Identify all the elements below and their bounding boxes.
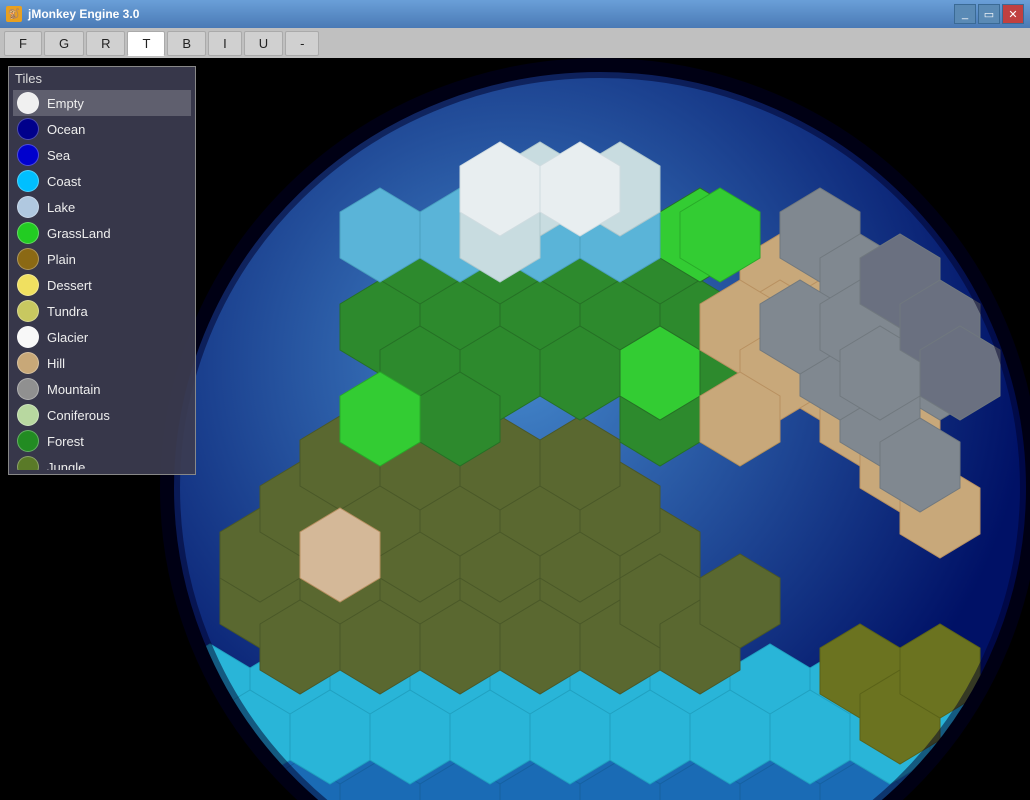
tile-item[interactable]: Dessert [13,272,191,298]
tile-color-swatch [17,196,39,218]
close-button[interactable]: ✕ [1002,4,1024,24]
menu-item--[interactable]: - [285,31,319,56]
titlebar: 🐒 jMonkey Engine 3.0 _ ▭ ✕ [0,0,1030,28]
tile-label: Ocean [47,122,85,137]
tile-color-swatch [17,170,39,192]
tile-label: Coniferous [47,408,110,423]
tile-label: Empty [47,96,84,111]
tile-color-swatch [17,248,39,270]
tile-color-swatch [17,92,39,114]
menu-item-f[interactable]: F [4,31,42,56]
window-controls: _ ▭ ✕ [954,4,1024,24]
tile-color-swatch [17,456,39,470]
tile-color-swatch [17,352,39,374]
tile-label: Coast [47,174,81,189]
tile-item[interactable]: Hill [13,350,191,376]
tile-label: Plain [47,252,76,267]
tile-item[interactable]: Jungle [13,454,191,470]
menubar: FGRTBIU- [0,28,1030,58]
tile-label: Mountain [47,382,100,397]
tile-label: GrassLand [47,226,111,241]
tile-label: Hill [47,356,65,371]
tile-color-swatch [17,404,39,426]
minimize-button[interactable]: _ [954,4,976,24]
main-area: Tiles Empty Ocean Sea Coast Lake GrassLand Pla… [0,58,1030,800]
tile-list[interactable]: Empty Ocean Sea Coast Lake GrassLand Plain Dess… [13,90,191,470]
tile-color-swatch [17,378,39,400]
tile-item[interactable]: Tundra [13,298,191,324]
menu-item-u[interactable]: U [244,31,283,56]
tile-color-swatch [17,274,39,296]
tile-color-swatch [17,144,39,166]
menu-item-t[interactable]: T [127,31,165,56]
menu-item-g[interactable]: G [44,31,84,56]
menu-item-r[interactable]: R [86,31,125,56]
tile-color-swatch [17,430,39,452]
tile-list-container: Empty Ocean Sea Coast Lake GrassLand Plain Dess… [13,90,191,470]
restore-button[interactable]: ▭ [978,4,1000,24]
tile-label: Sea [47,148,70,163]
tile-color-swatch [17,222,39,244]
window-title: jMonkey Engine 3.0 [28,7,954,21]
tile-item[interactable]: Empty [13,90,191,116]
tile-color-swatch [17,326,39,348]
tile-item[interactable]: Forest [13,428,191,454]
tile-label: Jungle [47,460,85,471]
tile-item[interactable]: Ocean [13,116,191,142]
menu-item-i[interactable]: I [208,31,242,56]
tile-item[interactable]: Glacier [13,324,191,350]
tile-item[interactable]: Coniferous [13,402,191,428]
app-icon: 🐒 [6,6,22,22]
tile-item[interactable]: Plain [13,246,191,272]
tile-label: Glacier [47,330,88,345]
tile-item[interactable]: GrassLand [13,220,191,246]
tile-item[interactable]: Mountain [13,376,191,402]
tile-item[interactable]: Coast [13,168,191,194]
menu-item-b[interactable]: B [167,31,206,56]
tile-color-swatch [17,118,39,140]
panel-title: Tiles [13,71,191,86]
tile-item[interactable]: Sea [13,142,191,168]
tile-label: Tundra [47,304,88,319]
tile-label: Lake [47,200,75,215]
tile-label: Dessert [47,278,92,293]
tile-color-swatch [17,300,39,322]
tile-label: Forest [47,434,84,449]
tile-item[interactable]: Lake [13,194,191,220]
side-panel: Tiles Empty Ocean Sea Coast Lake GrassLand Pla… [8,66,196,475]
